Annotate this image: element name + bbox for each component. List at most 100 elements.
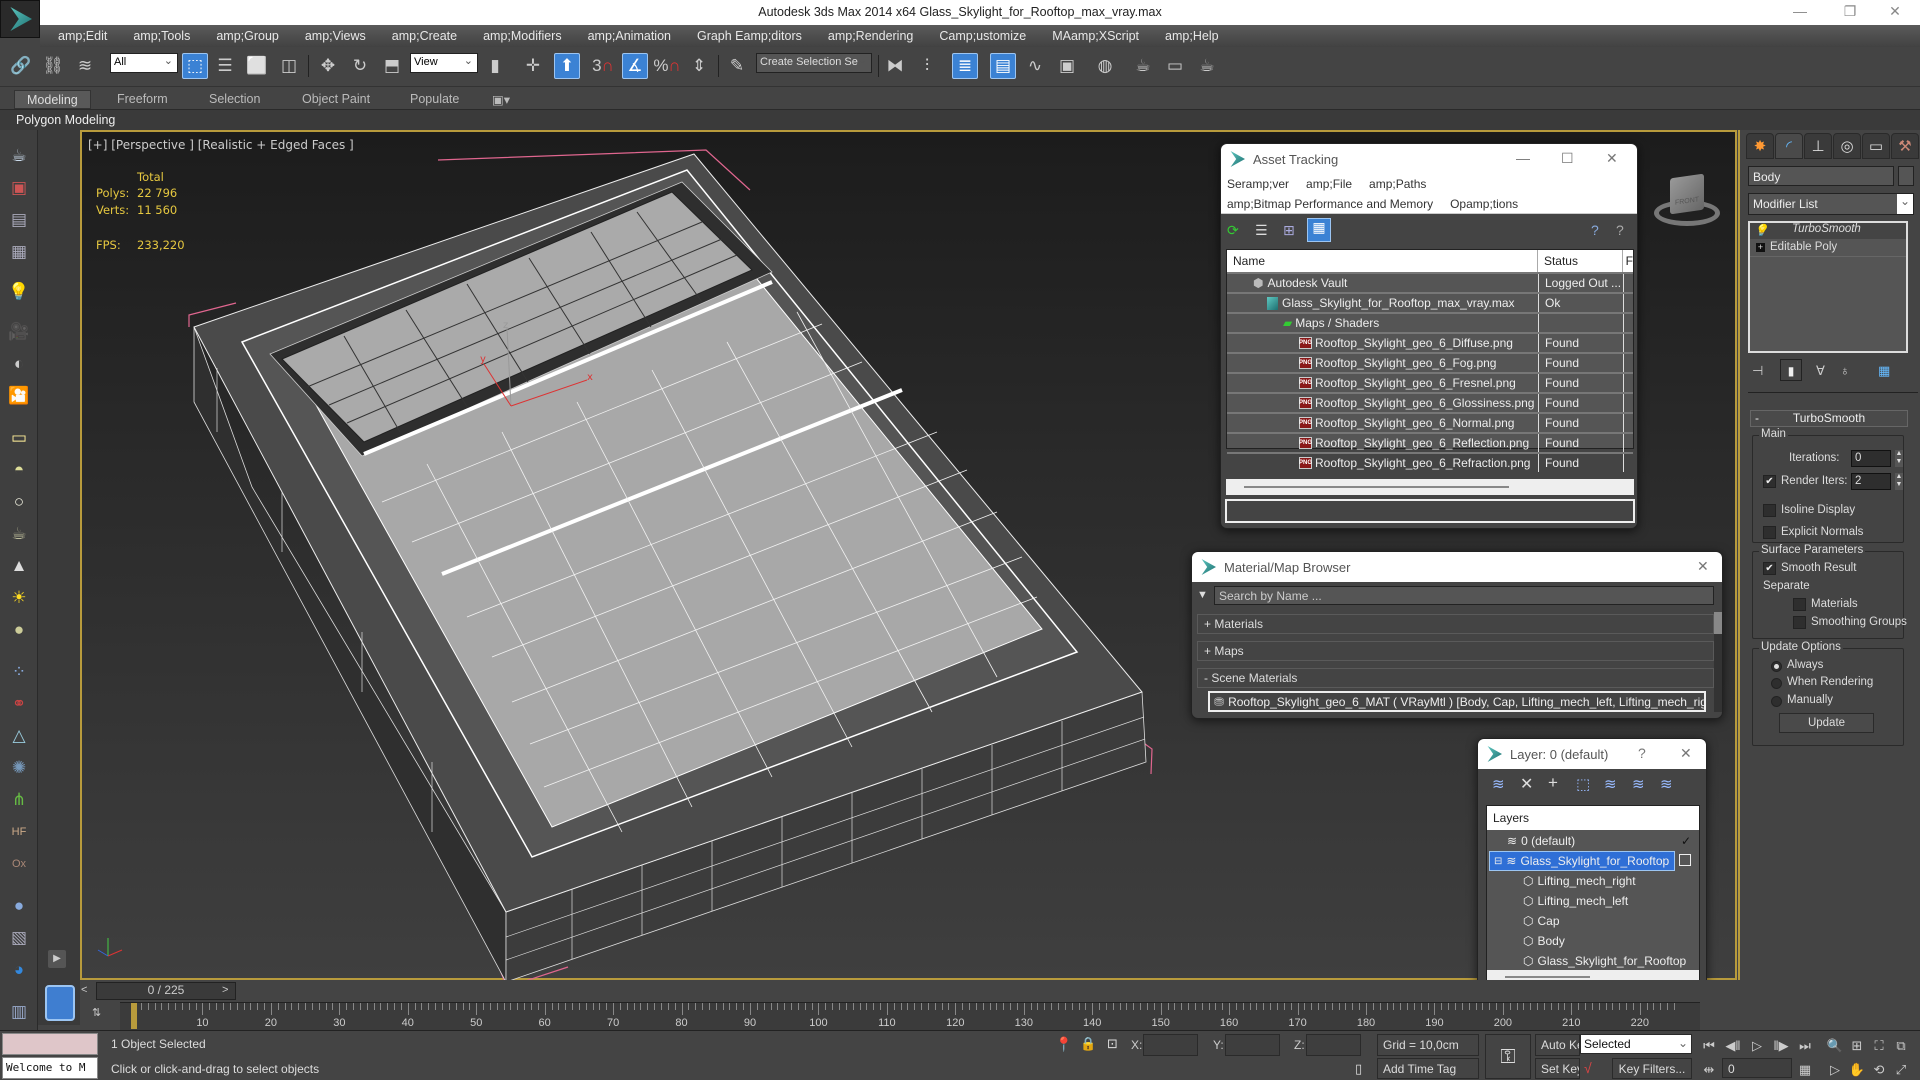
object-color-swatch[interactable]: [1898, 166, 1914, 186]
stack-item-turbosmooth[interactable]: 💡 TurboSmooth: [1750, 223, 1906, 239]
key-mode-dropdown[interactable]: Selected ⌄: [1580, 1034, 1692, 1054]
close-icon[interactable]: ✕: [1606, 150, 1618, 167]
time-prev-arrow-icon[interactable]: <: [81, 984, 95, 1000]
angle-snap-icon[interactable]: ∡: [622, 53, 648, 79]
set-key-button[interactable]: Set Key: [1535, 1058, 1580, 1079]
snaps-toggle-icon[interactable]: 3 ∩: [590, 53, 616, 79]
polygon-modeling-label[interactable]: Polygon Modeling: [16, 113, 115, 127]
layers-header[interactable]: Layers: [1487, 806, 1699, 830]
sphere-light-icon[interactable]: ○: [7, 490, 31, 514]
scatter-icon[interactable]: ⁘: [7, 660, 31, 684]
sun-icon[interactable]: ☀: [7, 586, 31, 610]
motion-tab-icon[interactable]: ◎: [1833, 133, 1861, 159]
refresh-icon[interactable]: ⟳: [1227, 222, 1239, 239]
vertical-scrollbar[interactable]: [1714, 612, 1722, 712]
menu-tools[interactable]: amp;Tools: [120, 29, 203, 43]
teapot-icon[interactable]: ☕: [7, 144, 31, 168]
move-icon[interactable]: ✥: [315, 53, 341, 79]
asset-row[interactable]: PNG Rooftop_Skylight_geo_6_Refraction.png…: [1227, 452, 1633, 472]
percent-snap-icon[interactable]: % ∩: [653, 53, 680, 79]
table-view-icon[interactable]: ▦: [1307, 218, 1331, 242]
maximize-icon[interactable]: ☐: [1561, 150, 1574, 167]
render-frame-icon[interactable]: ▣: [7, 176, 31, 200]
column-status[interactable]: Status: [1538, 250, 1623, 272]
render-iters-spinner[interactable]: 2: [1851, 473, 1891, 490]
material-browser-titlebar[interactable]: Material/Map Browser ✕: [1192, 552, 1722, 582]
grass-icon[interactable]: ⋔: [7, 788, 31, 812]
dome-camera-icon[interactable]: ◐: [7, 352, 31, 376]
minimize-icon[interactable]: —: [1516, 150, 1530, 166]
asset-row[interactable]: PNG Rooftop_Skylight_geo_6_Fog.png Found: [1227, 352, 1633, 372]
section-scene-materials[interactable]: - Scene Materials: [1197, 668, 1714, 688]
previous-frame-icon[interactable]: ◀‖: [1724, 1038, 1742, 1054]
tree-view-icon[interactable]: ⊞: [1283, 222, 1295, 239]
maxscript-input[interactable]: Welcome to M: [2, 1057, 98, 1079]
menu-create[interactable]: amp;Create: [379, 29, 470, 43]
set-current-layer-icon[interactable]: ≋: [1632, 775, 1645, 793]
spinner-snap-icon[interactable]: ⇕: [686, 53, 712, 79]
zoom-extents-all-icon[interactable]: ⧉: [1892, 1038, 1910, 1054]
spinner-arrows-icon[interactable]: ▲ ▼: [1895, 473, 1903, 490]
help-disabled-icon[interactable]: ?: [1616, 222, 1624, 238]
menu-paths[interactable]: amp;Paths: [1369, 177, 1426, 191]
stack-item-editable-poly[interactable]: + Editable Poly: [1750, 240, 1906, 257]
fur-icon[interactable]: ✺: [7, 756, 31, 780]
select-object-icon[interactable]: ⬚: [182, 53, 208, 79]
color-swatch-icon[interactable]: ◕: [7, 958, 31, 982]
close-icon[interactable]: ✕: [1680, 745, 1692, 762]
menu-maxscript[interactable]: MAamp;XScript: [1039, 29, 1152, 43]
smooth-result-checkbox[interactable]: ✔: [1763, 562, 1776, 575]
asset-row[interactable]: Glass_Skylight_for_Rooftop_max_vray.max O…: [1227, 292, 1633, 312]
y-coordinate-field[interactable]: [1225, 1034, 1280, 1056]
mesh-light-icon[interactable]: ☕: [7, 522, 31, 546]
zoom-extents-icon[interactable]: ⛶: [1870, 1038, 1888, 1054]
update-button[interactable]: Update: [1779, 713, 1874, 733]
display-tab-icon[interactable]: ▭: [1862, 133, 1890, 159]
menu-help[interactable]: amp;Help: [1152, 29, 1232, 43]
go-to-start-icon[interactable]: ⏮: [1700, 1038, 1718, 1054]
show-end-result-icon[interactable]: ▮: [1780, 359, 1802, 381]
keyboard-shortcut-override-icon[interactable]: ⬆: [554, 53, 580, 79]
layer-dialog-titlebar[interactable]: Layer: 0 (default) ? ✕: [1478, 739, 1706, 769]
reference-coordinate-dropdown[interactable]: View: [410, 53, 478, 73]
selection-lock-icon[interactable]: 🔒: [1080, 1036, 1096, 1052]
edit-named-selection-icon[interactable]: ✎: [724, 53, 750, 79]
plane-light-icon[interactable]: ▭: [7, 426, 31, 450]
collapse-icon[interactable]: ⊟: [1494, 856, 1502, 867]
select-by-name-icon[interactable]: ☰: [212, 53, 238, 79]
menu-options[interactable]: Opamp;tions: [1450, 197, 1518, 211]
viewcube-face[interactable]: FRONT: [1670, 173, 1704, 215]
x-coordinate-field[interactable]: [1143, 1034, 1198, 1056]
object-row[interactable]: ⬡ Glass_Skylight_for_Rooftop: [1489, 951, 1686, 971]
section-maps[interactable]: + Maps: [1197, 641, 1714, 661]
maximize-viewport-icon[interactable]: ⤢: [1892, 1062, 1910, 1078]
radio-when-rendering[interactable]: [1771, 678, 1782, 689]
key-filters-button[interactable]: Key Filters...: [1612, 1058, 1692, 1079]
create-tab-icon[interactable]: ✸: [1746, 133, 1774, 159]
next-frame-icon[interactable]: ‖▶: [1772, 1038, 1790, 1054]
remove-modifier-icon[interactable]: ♁: [1840, 363, 1850, 378]
ribbon-tab-selection[interactable]: Selection: [197, 90, 272, 109]
scrollbar-thumb[interactable]: [1244, 486, 1509, 488]
radio-always[interactable]: [1771, 661, 1782, 672]
panel-icon[interactable]: ▤: [7, 208, 31, 232]
expand-arrow-icon[interactable]: ▶: [48, 950, 66, 968]
asset-tracking-titlebar[interactable]: Asset Tracking — ☐ ✕: [1221, 144, 1637, 174]
absolute-mode-icon[interactable]: ⊡: [1107, 1036, 1118, 1052]
layer-manager-icon[interactable]: ≣: [952, 53, 978, 79]
pan-icon[interactable]: ✋: [1848, 1062, 1866, 1078]
zoom-icon[interactable]: 🔍: [1826, 1038, 1844, 1054]
scene-explorer-icon[interactable]: ▤: [990, 53, 1016, 79]
asset-row[interactable]: PNG Rooftop_Skylight_geo_6_Fresnel.png Fou…: [1227, 372, 1633, 392]
select-objects-icon[interactable]: ⬚: [1576, 775, 1590, 793]
isolate-selection-icon[interactable]: 📍: [1055, 1036, 1072, 1053]
asset-row[interactable]: ⬢ Autodesk Vault Logged Out ...: [1227, 272, 1633, 292]
light-lister-icon[interactable]: 💡: [7, 280, 31, 304]
go-to-end-icon[interactable]: ⏭: [1796, 1038, 1814, 1054]
time-marker[interactable]: [131, 1003, 137, 1029]
table-icon[interactable]: ▦: [7, 240, 31, 264]
application-menu-button[interactable]: [0, 0, 40, 38]
hierarchy-tab-icon[interactable]: ⊥: [1804, 133, 1832, 159]
asset-row[interactable]: PNG Rooftop_Skylight_geo_6_Glossiness.png…: [1227, 392, 1633, 412]
selection-filter-dropdown[interactable]: All: [110, 53, 178, 73]
